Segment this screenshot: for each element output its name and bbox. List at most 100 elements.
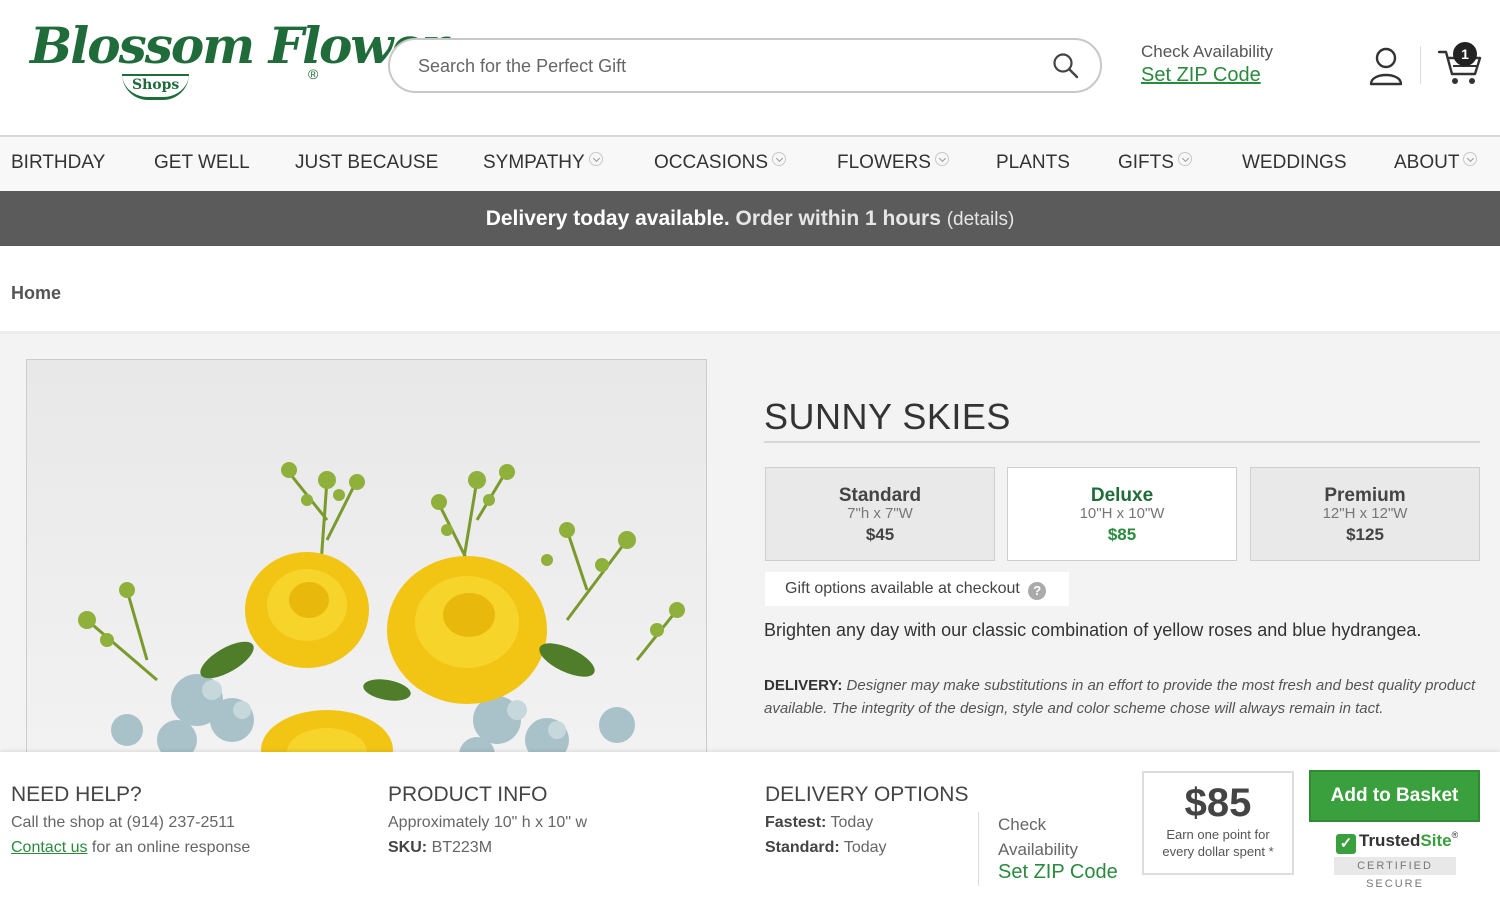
- nav-item-label: JUST BECAUSE: [295, 152, 439, 173]
- fastest-delivery: Fastest: Today: [765, 814, 873, 832]
- size-name: Deluxe: [1090, 485, 1154, 506]
- size-name: Standard: [838, 485, 922, 506]
- fastest-label: Fastest:: [765, 814, 827, 831]
- size-price: $85: [1107, 525, 1137, 544]
- delivery-banner-cutoff: Order within 1 hours: [735, 207, 941, 230]
- product-image: [26, 359, 707, 759]
- nav-item-label: ABOUT: [1394, 152, 1460, 173]
- nav-item-gifts[interactable]: GIFTS: [1118, 152, 1192, 174]
- trustedsite-brand-b: Site: [1420, 831, 1452, 850]
- size-dimensions: 10"H x 10"W: [1079, 505, 1165, 522]
- certified-secure-label: CERTIFIED SECURE: [1334, 857, 1456, 890]
- nav-item-sympathy[interactable]: SYMPATHY: [483, 152, 603, 174]
- points-text: Earn one point for every dollar spent *: [1144, 826, 1292, 860]
- gift-options-note: Gift options available at checkout ?: [765, 572, 1069, 606]
- product-sku: SKU: BT223M: [388, 839, 492, 857]
- standard-value: Today: [843, 839, 887, 856]
- price-points-box: $85 Earn one point for every dollar spen…: [1142, 771, 1294, 875]
- sticky-product-footer: NEED HELP? Call the shop at (914) 237-25…: [0, 752, 1500, 901]
- account-icon[interactable]: [1368, 46, 1404, 86]
- nav-item-label: OCCASIONS: [654, 152, 769, 173]
- nav-item-label: PLANTS: [996, 152, 1070, 173]
- logo-subtitle: Shops: [122, 74, 190, 100]
- gift-options-text: Gift options available at checkout: [785, 580, 1020, 597]
- search-input[interactable]: [418, 52, 1018, 80]
- product-section: SUNNY SKIES Standard 7"h x 7"W $45 Delux…: [0, 334, 1500, 759]
- size-price: $45: [865, 525, 895, 544]
- search-icon[interactable]: [1052, 52, 1080, 80]
- nav-item-label: SYMPATHY: [483, 152, 585, 173]
- delivery-disclaimer: DELIVERY: Designer may make substitution…: [764, 674, 1494, 720]
- contact-us-link[interactable]: Contact us: [11, 839, 87, 856]
- nav-item-label: BIRTHDAY: [11, 152, 106, 173]
- size-option-deluxe[interactable]: Deluxe 10"H x 10"W $85: [1007, 467, 1237, 561]
- size-option-premium[interactable]: Premium 12"H x 12"W $125: [1250, 467, 1480, 561]
- flower-arrangement-image: [78, 462, 685, 758]
- site-logo[interactable]: Blossom Flower Shops ®: [30, 16, 448, 112]
- check-availability-label: Check Availability: [1141, 42, 1273, 61]
- set-zip-link[interactable]: Set ZIP Code: [1141, 64, 1261, 87]
- nav-item-get-well[interactable]: GET WELL: [154, 152, 250, 174]
- logo-wordmark: Blossom Flower: [30, 16, 448, 75]
- size-dimensions: 12"H x 12"W: [1322, 505, 1408, 522]
- delivery-banner-headline: Delivery today available.: [485, 207, 730, 230]
- nav-item-just-because[interactable]: JUST BECAUSE: [295, 152, 438, 174]
- header-divider: [1420, 46, 1421, 84]
- trustedsite-badge[interactable]: ✓ TrustedSite® CERTIFIED SECURE: [1334, 828, 1458, 890]
- size-name: Premium: [1324, 485, 1406, 506]
- product-info-heading: PRODUCT INFO: [388, 783, 548, 806]
- size-dimensions: 7"h x 7"W: [847, 505, 913, 522]
- nav-item-occasions[interactable]: OCCASIONS: [654, 152, 787, 174]
- size-price: $125: [1346, 525, 1384, 544]
- nav-item-plants[interactable]: PLANTS: [996, 152, 1070, 174]
- nav-item-weddings[interactable]: WEDDINGS: [1242, 152, 1347, 174]
- sku-value: BT223M: [431, 839, 493, 856]
- main-nav: BIRTHDAY GET WELL JUST BECAUSE SYMPATHY …: [0, 137, 1500, 191]
- current-price: $85: [1184, 781, 1252, 825]
- nav-item-label: WEDDINGS: [1242, 152, 1347, 173]
- chevron-down-icon: [772, 152, 787, 166]
- nav-item-label: FLOWERS: [837, 152, 931, 173]
- shop-phone-text: Call the shop at (914) 237-2511: [11, 814, 235, 831]
- delivery-divider: [978, 812, 979, 886]
- product-description: Brighten any day with our classic combin…: [764, 620, 1422, 640]
- nav-item-label: GIFTS: [1118, 152, 1174, 173]
- check-availability-text: Check Availability: [998, 812, 1078, 862]
- footer-set-zip-link[interactable]: Set ZIP Code: [998, 861, 1118, 884]
- chevron-down-icon: [934, 152, 949, 166]
- search-bar: [388, 38, 1102, 93]
- delivery-disclaimer-text: Designer may make substitutions in an ef…: [764, 677, 1476, 717]
- delivery-disclaimer-label: DELIVERY:: [764, 677, 843, 694]
- help-icon[interactable]: ?: [1028, 582, 1047, 600]
- check-word: Check: [998, 815, 1047, 834]
- checkmark-icon: ✓: [1336, 834, 1356, 854]
- contact-line: Contact us for an online response: [11, 839, 250, 857]
- site-header: Blossom Flower Shops ® Check Availabilit…: [0, 0, 1500, 137]
- trustedsite-tm: ®: [1451, 830, 1459, 840]
- standard-label: Standard:: [765, 839, 840, 856]
- product-size-text: Approximately 10" h x 10" w: [388, 814, 588, 831]
- chevron-down-icon: [588, 152, 603, 166]
- logo-registered-mark: ®: [308, 66, 319, 82]
- sku-label: SKU:: [388, 839, 428, 856]
- standard-delivery: Standard: Today: [765, 839, 887, 857]
- trustedsite-logo: ✓ TrustedSite®: [1336, 830, 1458, 854]
- need-help-heading: NEED HELP?: [11, 783, 142, 806]
- breadcrumb-home[interactable]: Home: [11, 283, 61, 304]
- product-title: SUNNY SKIES: [764, 396, 1011, 437]
- delivery-banner: Delivery today available. Order within 1…: [0, 191, 1500, 246]
- size-option-standard[interactable]: Standard 7"h x 7"W $45: [765, 467, 995, 561]
- nav-item-about[interactable]: ABOUT: [1394, 152, 1478, 174]
- add-to-basket-button[interactable]: Add to Basket: [1309, 770, 1480, 822]
- chevron-down-icon: [1177, 152, 1192, 166]
- nav-item-flowers[interactable]: FLOWERS: [837, 152, 949, 174]
- cart-count-badge: 1: [1453, 42, 1477, 66]
- title-divider: [764, 441, 1480, 443]
- delivery-options-heading: DELIVERY OPTIONS: [765, 783, 969, 806]
- nav-item-birthday[interactable]: BIRTHDAY: [11, 152, 105, 174]
- nav-item-label: GET WELL: [154, 152, 250, 173]
- delivery-details-link[interactable]: (details): [947, 209, 1015, 230]
- trustedsite-brand-a: Trusted: [1359, 831, 1421, 850]
- chevron-down-icon: [1463, 152, 1478, 166]
- points-line-1: Earn one point for: [1166, 827, 1270, 842]
